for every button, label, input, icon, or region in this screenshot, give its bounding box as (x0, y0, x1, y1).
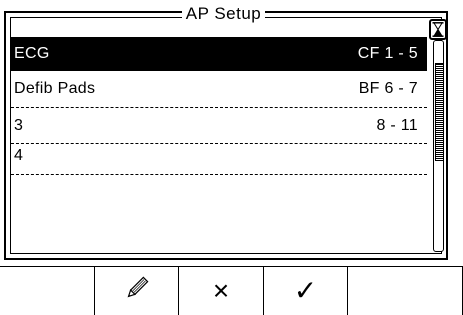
list-item[interactable]: 3 8 - 11 (11, 108, 427, 144)
softkey-blank-right[interactable] (347, 267, 463, 315)
scrollbar-thumb[interactable] (435, 63, 444, 161)
hourglass-icon (429, 19, 447, 40)
list-item[interactable]: 4 (11, 144, 427, 175)
list-item-label: 3 (14, 116, 24, 134)
confirm-button[interactable]: ✓ (263, 267, 347, 315)
list-item-value: 8 - 11 (376, 116, 418, 134)
list-item-value: CF 1 - 5 (357, 44, 418, 62)
check-icon: ✓ (293, 275, 318, 306)
list-scrollbar[interactable] (433, 40, 444, 252)
list-item-value: BF 6 - 7 (358, 80, 418, 97)
edit-button[interactable] (94, 267, 178, 315)
cancel-button[interactable]: × (178, 267, 263, 315)
pencil-icon (124, 275, 150, 308)
softkey-bar: × ✓ (0, 266, 463, 315)
test-list: ECG CF 1 - 5 Defib Pads BF 6 - 7 3 8 - 1… (11, 37, 427, 253)
list-item-label: ECG (14, 44, 50, 62)
list-item-label: Defib Pads (14, 80, 96, 97)
list-item[interactable]: Defib Pads BF 6 - 7 (11, 71, 427, 108)
ap-setup-screen: AP Setup ECG CF 1 - 5 Defib Pads BF 6 - … (0, 0, 463, 315)
softkey-blank-left[interactable] (0, 267, 94, 315)
list-item[interactable]: ECG CF 1 - 5 (11, 37, 427, 71)
list-item-label: 4 (14, 147, 24, 164)
cross-icon: × (212, 275, 230, 306)
list-item[interactable] (11, 175, 427, 205)
